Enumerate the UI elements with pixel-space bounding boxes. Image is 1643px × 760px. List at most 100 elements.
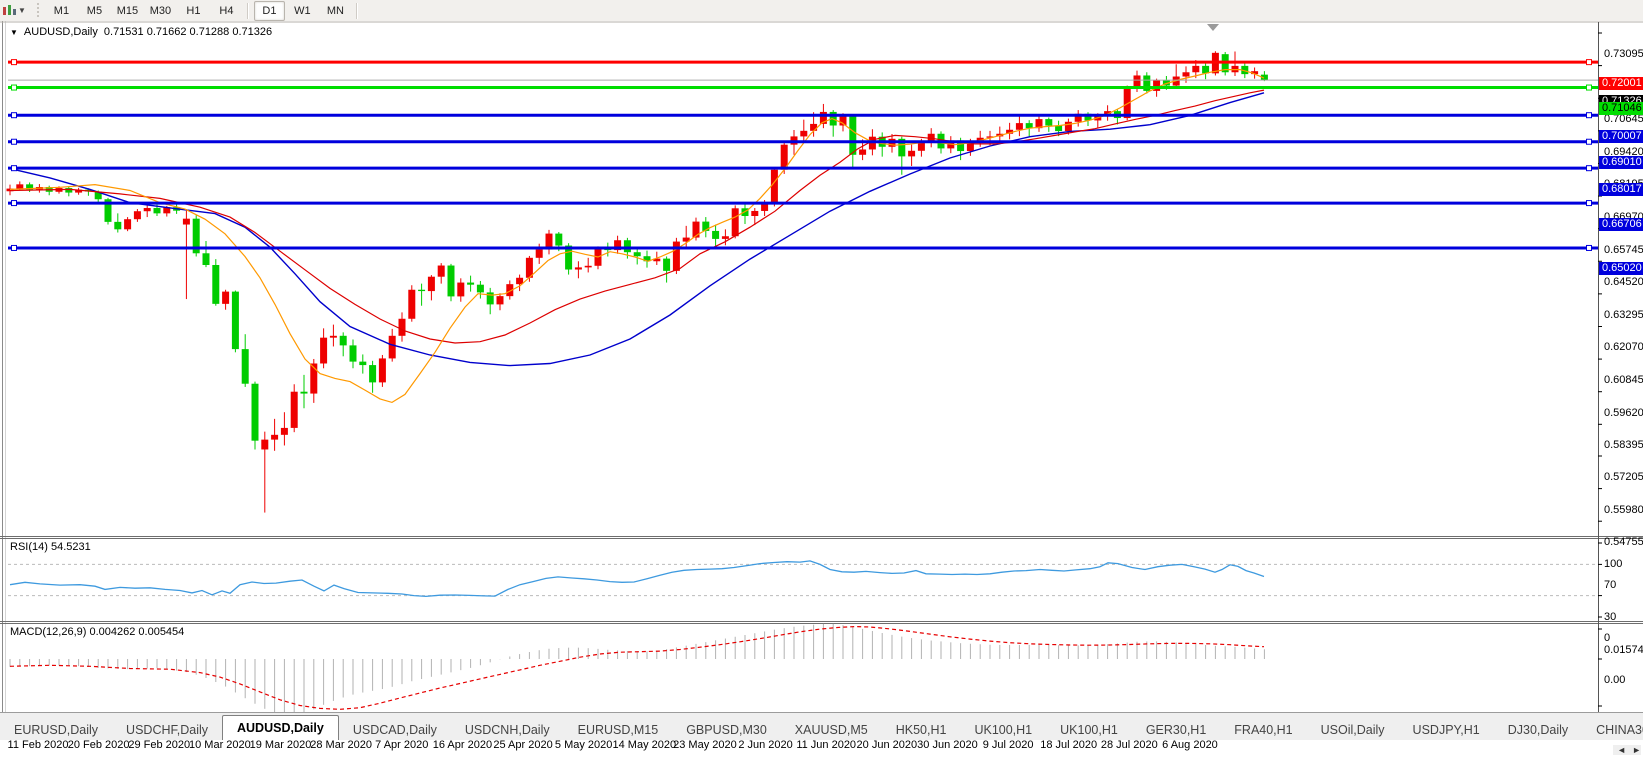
chevron-down-icon[interactable]: ▼ xyxy=(18,7,26,15)
rsi-axis-label: 0 xyxy=(1604,632,1610,644)
timeframe-button-h4[interactable]: H4 xyxy=(211,1,242,21)
hline-handle xyxy=(12,85,17,90)
price-badge: 0.70007 xyxy=(1599,130,1643,143)
date-label: 10 Mar 2020 xyxy=(189,739,251,751)
tab-usoil-daily[interactable]: USOil,Daily xyxy=(1307,720,1399,740)
rsi-axis-label: 30 xyxy=(1604,611,1616,623)
tab-xauusd-m5[interactable]: XAUUSD,M5 xyxy=(781,720,882,740)
chart-tab-bar: EURUSD,DailyUSDCHF,DailyAUDUSD,DailyUSDC… xyxy=(0,712,1643,740)
date-label: 20 Feb 2020 xyxy=(68,739,130,751)
tab-china300-h4[interactable]: CHINA300,H4 xyxy=(1582,720,1643,740)
date-label: 20 Jun 2020 xyxy=(857,739,918,751)
timeframe-button-h1[interactable]: H1 xyxy=(178,1,209,21)
date-label: 28 Mar 2020 xyxy=(310,739,372,751)
chart-canvas[interactable] xyxy=(0,21,1643,760)
hline-handle xyxy=(1587,166,1592,171)
tab-hk50-h1[interactable]: HK50,H1 xyxy=(882,720,961,740)
one-click-trading-arrow[interactable]: ▼ xyxy=(10,28,18,37)
macd-histogram xyxy=(10,624,1264,714)
hline-handle xyxy=(12,245,17,250)
hline-handle xyxy=(1587,245,1592,250)
timeframe-button-m1[interactable]: M1 xyxy=(46,1,77,21)
chart-shift-marker xyxy=(1207,24,1219,31)
price-badge: 0.71046 xyxy=(1599,102,1643,115)
tab-scroll-right-icon[interactable]: ► xyxy=(1632,745,1641,755)
hline-handle xyxy=(1587,201,1592,206)
date-label: 11 Jun 2020 xyxy=(796,739,856,751)
price-tick: 0.63295 xyxy=(1604,309,1643,321)
hline-handle xyxy=(12,166,17,171)
tab-usdcnh-daily[interactable]: USDCNH,Daily xyxy=(451,720,564,740)
timeframe-button-mn[interactable]: MN xyxy=(320,1,351,21)
ma-mid-line xyxy=(10,90,1264,343)
hline-handle xyxy=(12,60,17,65)
price-badge: 0.72001 xyxy=(1599,77,1643,90)
chart-area: ▼ AUDUSD,Daily 0.71531 0.71662 0.71288 0… xyxy=(0,21,1643,760)
price-badge: 0.68017 xyxy=(1599,183,1643,196)
ohlc-values: 0.71531 0.71662 0.71288 0.71326 xyxy=(104,26,272,38)
tab-ger30-h1[interactable]: GER30,H1 xyxy=(1132,720,1220,740)
date-label: 9 Jul 2020 xyxy=(983,739,1034,751)
price-badge: 0.65020 xyxy=(1599,262,1643,275)
hline-handle xyxy=(1587,139,1592,144)
toolbar-separator xyxy=(356,3,358,19)
tab-gbpusd-m30[interactable]: GBPUSD,M30 xyxy=(672,720,781,740)
timeframe-button-m5[interactable]: M5 xyxy=(79,1,110,21)
tab-uk100-h1[interactable]: UK100,H1 xyxy=(1046,720,1132,740)
price-tick: 0.57205 xyxy=(1604,471,1643,483)
price-tick: 0.59620 xyxy=(1604,407,1643,419)
date-label: 19 Mar 2020 xyxy=(250,739,312,751)
rsi-axis-label: 100 xyxy=(1604,558,1622,570)
price-tick: 0.73095 xyxy=(1604,48,1643,60)
hline-handle xyxy=(12,113,17,118)
tab-audusd-daily[interactable]: AUDUSD,Daily xyxy=(222,715,339,740)
timeframe-button-d1[interactable]: D1 xyxy=(254,1,285,21)
chart-title: ▼ AUDUSD,Daily 0.71531 0.71662 0.71288 0… xyxy=(10,26,272,38)
tab-usdjpy-h1[interactable]: USDJPY,H1 xyxy=(1399,720,1494,740)
date-label: 2 Jun 2020 xyxy=(738,739,792,751)
hline-handle xyxy=(12,201,17,206)
price-tick: 0.65745 xyxy=(1604,244,1643,256)
price-badge: 0.66706 xyxy=(1599,218,1643,231)
rsi-line xyxy=(10,561,1264,597)
date-label: 30 Jun 2020 xyxy=(917,739,978,751)
price-badge: 0.69010 xyxy=(1599,156,1643,169)
tab-scroll-left-icon[interactable]: ◄ xyxy=(1617,745,1626,755)
tab-eurusd-daily[interactable]: EURUSD,Daily xyxy=(0,720,112,740)
date-label: 11 Feb 2020 xyxy=(8,739,69,751)
date-label: 25 Apr 2020 xyxy=(493,739,552,751)
date-label: 5 May 2020 xyxy=(555,739,612,751)
hline-handle xyxy=(1587,85,1592,90)
macd-indicator-label: MACD(12,26,9) 0.004262 0.005454 xyxy=(10,626,184,638)
date-label: 29 Feb 2020 xyxy=(128,739,190,751)
rsi-axis-label: 70 xyxy=(1604,579,1616,591)
tab-fra40-h1[interactable]: FRA40,H1 xyxy=(1220,720,1306,740)
rsi-indicator-label: RSI(14) 54.5231 xyxy=(10,541,91,553)
date-label: 18 Jul 2020 xyxy=(1040,739,1097,751)
hline-handle xyxy=(12,139,17,144)
chart-type-icon[interactable] xyxy=(2,4,16,17)
date-label: 23 May 2020 xyxy=(673,739,737,751)
toolbar-separator xyxy=(247,3,249,19)
tab-eurusd-m15[interactable]: EURUSD,M15 xyxy=(564,720,673,740)
price-tick: 0.54755 xyxy=(1604,536,1643,548)
date-label: 28 Jul 2020 xyxy=(1101,739,1158,751)
date-label: 14 May 2020 xyxy=(612,739,676,751)
timeframe-button-w1[interactable]: W1 xyxy=(287,1,318,21)
timeframe-button-m30[interactable]: M30 xyxy=(145,1,176,21)
symbol-period-label: AUDUSD,Daily xyxy=(24,26,98,38)
price-tick: 0.55980 xyxy=(1604,504,1643,516)
toolbar-drag-handle[interactable] xyxy=(36,3,41,18)
tab-usdchf-daily[interactable]: USDCHF,Daily xyxy=(112,720,222,740)
timeframe-button-m15[interactable]: M15 xyxy=(112,1,143,21)
price-tick: 0.60845 xyxy=(1604,374,1643,386)
price-tick: 0.58395 xyxy=(1604,439,1643,451)
tab-scroll-buttons: ◄ ► xyxy=(1613,745,1641,755)
tab-usdcad-daily[interactable]: USDCAD,Daily xyxy=(339,720,451,740)
macd-axis-label: 0.015741 xyxy=(1604,644,1643,656)
tab-uk100-h1[interactable]: UK100,H1 xyxy=(960,720,1046,740)
horizontal-lines-layer[interactable] xyxy=(8,60,1598,251)
tab-dj30-daily[interactable]: DJ30,Daily xyxy=(1494,720,1582,740)
date-label: 7 Apr 2020 xyxy=(375,739,428,751)
mt4-window: ▼ M1M5M15M30H1H4 D1W1MN ▼ AUDUSD,Daily 0… xyxy=(0,0,1643,760)
